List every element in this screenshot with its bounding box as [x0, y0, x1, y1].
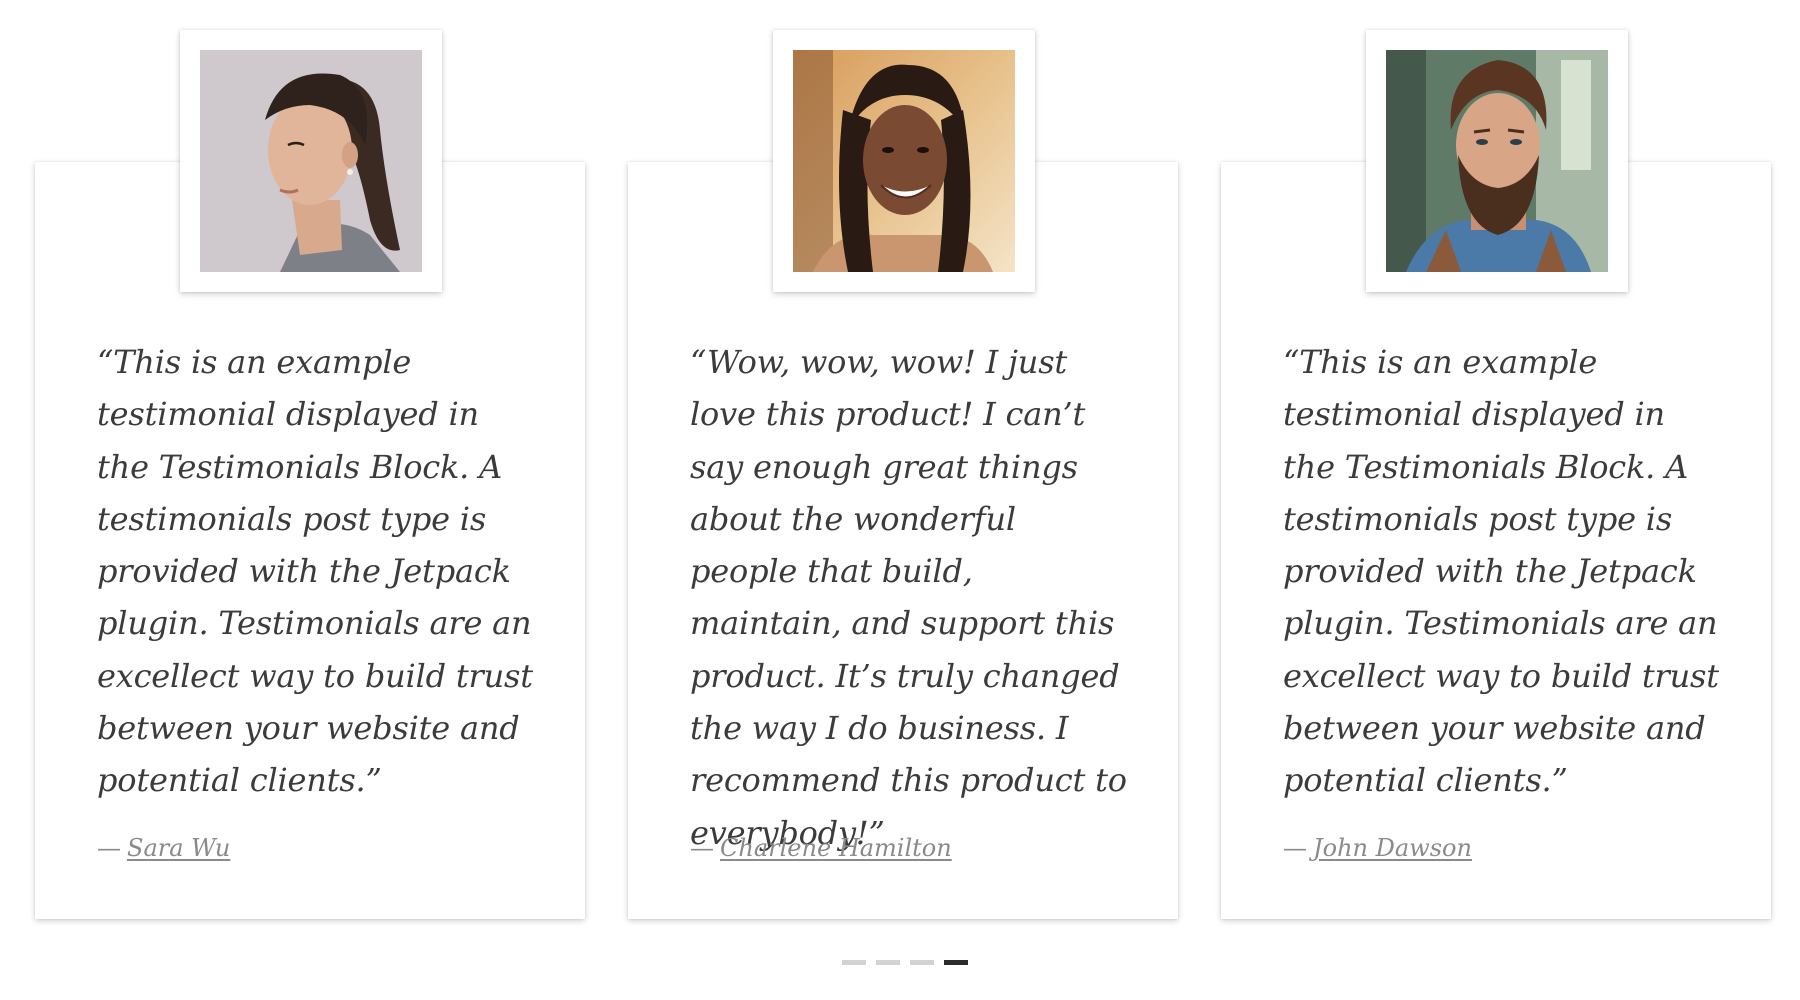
testimonial-attribution: — Charlene Hamilton: [690, 834, 952, 862]
testimonial-quote: “This is an example testimonial displaye…: [1283, 343, 1719, 800]
testimonials-carousel: “This is an example testimonial displaye…: [0, 0, 1800, 1000]
attribution-dash: —: [690, 834, 714, 862]
testimonial-attribution: — Sara Wu: [97, 834, 230, 862]
testimonial-photo-frame: [773, 30, 1035, 292]
attribution-dash: —: [97, 834, 121, 862]
portrait-photo: [793, 50, 1015, 272]
author-link[interactable]: Sara Wu: [127, 834, 230, 862]
testimonial-photo-frame: [180, 30, 442, 292]
pagination-dot-active[interactable]: [944, 960, 968, 965]
portrait-photo: [200, 50, 422, 272]
testimonial-attribution: — John Dawson: [1283, 834, 1472, 862]
attribution-dash: —: [1283, 834, 1307, 862]
pagination-dot[interactable]: [910, 960, 934, 965]
pagination-dot[interactable]: [876, 960, 900, 965]
testimonial-card: “Wow, wow, wow! I just love this product…: [628, 30, 1178, 919]
testimonial-photo-frame: [1366, 30, 1628, 292]
testimonial-card: “This is an example testimonial displaye…: [35, 30, 585, 919]
carousel-pagination: [842, 960, 968, 965]
portrait-photo: [1386, 50, 1608, 272]
pagination-dot[interactable]: [842, 960, 866, 965]
author-link[interactable]: John Dawson: [1313, 834, 1472, 862]
author-link[interactable]: Charlene Hamilton: [720, 834, 952, 862]
testimonial-quote: “This is an example testimonial displaye…: [97, 343, 533, 800]
testimonial-quote: “Wow, wow, wow! I just love this product…: [690, 343, 1127, 852]
testimonial-card: “This is an example testimonial displaye…: [1221, 30, 1771, 919]
